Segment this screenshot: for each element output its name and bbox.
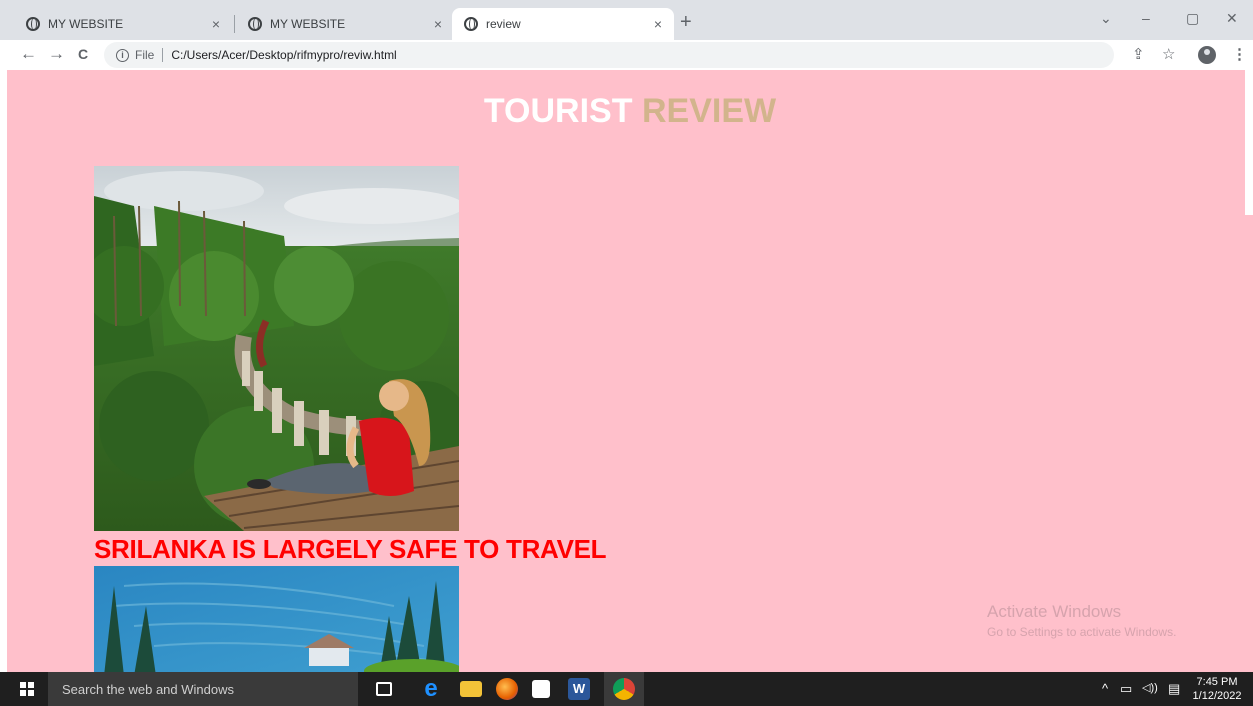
scrollbar-thumb[interactable] bbox=[1245, 70, 1253, 215]
tab-search-icon[interactable]: ⌄ bbox=[1100, 10, 1112, 27]
tab-review[interactable]: review × bbox=[452, 8, 674, 40]
title-word-review: REVIEW bbox=[641, 92, 777, 130]
page-content: TOURIST REVIEW SRILANKA IS LARGELY SAFE … bbox=[7, 70, 1253, 672]
activate-windows-watermark: Activate Windows Go to Settings to activ… bbox=[987, 602, 1176, 639]
file-explorer-icon[interactable] bbox=[460, 681, 482, 697]
store-icon[interactable] bbox=[532, 680, 550, 698]
scheme-label: File bbox=[135, 48, 155, 62]
page-title: TOURIST REVIEW bbox=[7, 92, 1253, 131]
network-icon[interactable]: ▭ bbox=[1120, 681, 1132, 697]
address-divider bbox=[162, 48, 164, 62]
taskbar-search-box[interactable]: Search the web and Windows bbox=[48, 672, 358, 706]
tab-title: MY WEBSITE bbox=[48, 17, 124, 31]
tab-title: MY WEBSITE bbox=[270, 17, 346, 31]
taskbar-clock[interactable]: 7:45 PM 1/12/2022 bbox=[1186, 675, 1248, 703]
tab-separator bbox=[234, 15, 235, 33]
tab-strip: MY WEBSITE × MY WEBSITE × review × + ⌄ –… bbox=[0, 0, 1253, 40]
tab-my-website-1[interactable]: MY WEBSITE × bbox=[14, 8, 232, 40]
close-icon[interactable]: × bbox=[212, 16, 220, 32]
share-icon[interactable]: ⇪ bbox=[1132, 46, 1145, 64]
maximize-button[interactable]: ▢ bbox=[1186, 10, 1199, 27]
close-icon[interactable]: × bbox=[434, 16, 442, 32]
photo-nine-arch-bridge bbox=[94, 166, 459, 531]
globe-icon bbox=[464, 17, 478, 31]
chrome-icon bbox=[613, 678, 635, 700]
url-text[interactable]: C:/Users/Acer/Desktop/rifmypro/reviw.htm… bbox=[171, 48, 396, 62]
review-caption: SRILANKA IS LARGELY SAFE TO TRAVEL bbox=[94, 534, 607, 564]
bridge-photo-illustration bbox=[94, 166, 459, 531]
back-button[interactable]: ← bbox=[20, 44, 37, 64]
tray-chevron-icon[interactable]: ^ bbox=[1102, 681, 1108, 696]
tab-title: review bbox=[486, 17, 521, 31]
word-icon[interactable]: W bbox=[568, 678, 590, 700]
info-icon[interactable]: i bbox=[116, 48, 129, 62]
edge-icon[interactable]: e bbox=[420, 677, 442, 701]
search-placeholder: Search the web and Windows bbox=[62, 681, 234, 697]
tab-my-website-2[interactable]: MY WEBSITE × bbox=[236, 8, 454, 40]
photo-tea-plantation bbox=[94, 566, 459, 672]
windows-taskbar: Search the web and Windows e W ^ ▭ ◁)) ▤… bbox=[0, 672, 1253, 706]
watermark-line-2: Go to Settings to activate Windows. bbox=[987, 625, 1177, 639]
profile-icon[interactable] bbox=[1198, 46, 1216, 64]
notification-icon[interactable]: ▤ bbox=[1168, 681, 1180, 697]
star-icon[interactable]: ☆ bbox=[1162, 46, 1175, 64]
globe-icon bbox=[248, 17, 262, 31]
menu-icon[interactable]: ⋮ bbox=[1232, 46, 1247, 64]
tea-plantation-illustration bbox=[94, 566, 459, 672]
firefox-icon[interactable] bbox=[496, 678, 518, 700]
address-bar[interactable]: i File C:/Users/Acer/Desktop/rifmypro/re… bbox=[104, 42, 1114, 68]
minimize-button[interactable]: – bbox=[1142, 10, 1150, 26]
close-icon[interactable]: × bbox=[654, 16, 662, 32]
clock-time: 7:45 PM bbox=[1196, 676, 1238, 688]
windows-start-icon[interactable] bbox=[20, 682, 34, 696]
title-word-tourist: TOURIST bbox=[483, 92, 633, 130]
chrome-taskbar-item[interactable] bbox=[604, 672, 644, 706]
reload-button[interactable]: C bbox=[78, 44, 88, 64]
task-view-icon[interactable] bbox=[376, 682, 392, 696]
watermark-line-1: Activate Windows bbox=[987, 602, 1122, 621]
globe-icon bbox=[26, 17, 40, 31]
browser-toolbar: ← → C i File C:/Users/Acer/Desktop/rifmy… bbox=[0, 40, 1253, 70]
volume-icon[interactable]: ◁)) bbox=[1142, 681, 1158, 694]
forward-button[interactable]: → bbox=[48, 44, 65, 64]
new-tab-button[interactable]: + bbox=[680, 12, 692, 32]
close-window-button[interactable]: ✕ bbox=[1226, 10, 1238, 27]
clock-date: 1/12/2022 bbox=[1192, 690, 1242, 702]
